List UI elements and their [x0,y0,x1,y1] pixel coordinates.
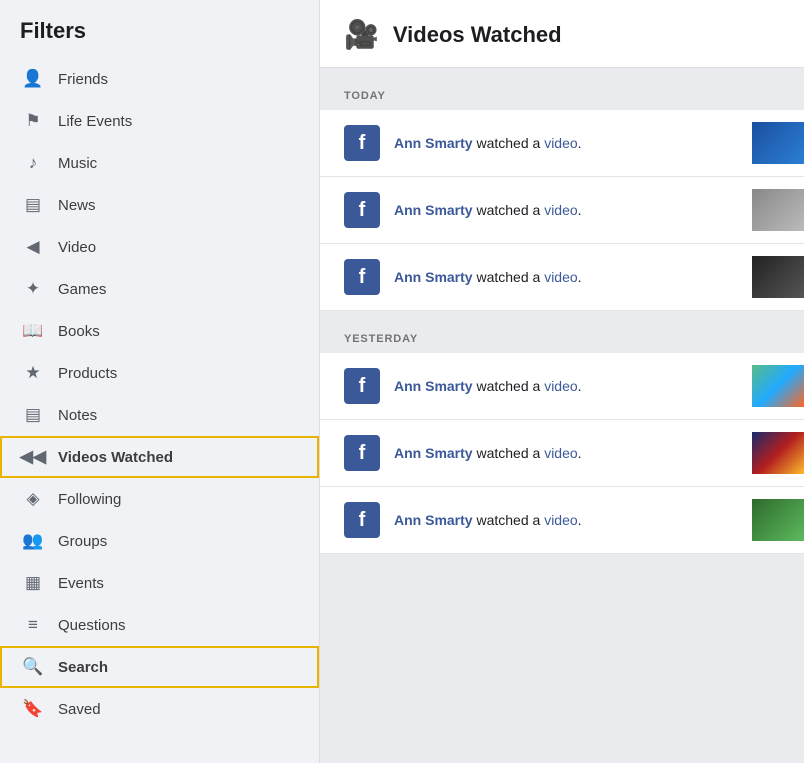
user-link[interactable]: Ann Smarty [394,378,473,394]
fb-logo: f [344,259,380,295]
main-title: Videos Watched [393,22,562,48]
feed-item: f Ann Smarty watched a video. [320,177,804,244]
sidebar-item-label-books: Books [58,323,301,340]
sidebar-item-news[interactable]: ▤ News [0,184,319,226]
feed-item: f Ann Smarty watched a video. [320,487,804,554]
videos-watched-header-icon: 🎥 [344,18,379,51]
videos-watched-icon: ◀◀ [18,447,48,467]
search-icon: 🔍 [18,657,48,677]
products-icon: ★ [18,363,48,383]
following-icon: ◈ [18,489,48,509]
sidebar-item-life-events[interactable]: ⚑ Life Events [0,100,319,142]
sidebar-item-friends[interactable]: 👤 Friends [0,58,319,100]
sidebar-item-events[interactable]: ▦ Events [0,562,319,604]
main-header: 🎥 Videos Watched [320,0,804,68]
video-link[interactable]: video [544,135,577,151]
sidebar-item-label-life-events: Life Events [58,113,301,130]
sidebar-item-following[interactable]: ◈ Following [0,478,319,520]
video-icon: ◀ [18,237,48,257]
saved-icon: 🔖 [18,699,48,719]
video-link[interactable]: video [544,445,577,461]
feed-item-text: Ann Smarty watched a video. [394,512,738,528]
fb-logo: f [344,502,380,538]
feed-container: TODAY f Ann Smarty watched a video. f Ann Sm… [320,78,804,554]
feed-item-text: Ann Smarty watched a video. [394,135,738,151]
sidebar-items-list: 👤 Friends ⚑ Life Events ♪ Music ▤ News ◀ Video ✦ Ga… [0,58,319,730]
feed-item: f Ann Smarty watched a video. [320,244,804,311]
sidebar-item-saved[interactable]: 🔖 Saved [0,688,319,730]
sidebar-item-label-products: Products [58,365,301,382]
sidebar-item-label-video: Video [58,239,301,256]
fb-logo: f [344,435,380,471]
questions-icon: ≡ [18,615,48,635]
sidebar-item-label-groups: Groups [58,533,301,550]
sidebar-item-label-questions: Questions [58,617,301,634]
user-link[interactable]: Ann Smarty [394,269,473,285]
groups-icon: 👥 [18,531,48,551]
video-thumbnail [752,256,804,298]
sidebar-item-groups[interactable]: 👥 Groups [0,520,319,562]
sidebar-item-videos-watched[interactable]: ◀◀ Videos Watched [0,436,319,478]
feed-item: f Ann Smarty watched a video. [320,420,804,487]
video-thumbnail [752,365,804,407]
user-link[interactable]: Ann Smarty [394,512,473,528]
video-thumbnail [752,432,804,474]
fb-logo: f [344,125,380,161]
sidebar-item-label-events: Events [58,575,301,592]
video-link[interactable]: video [544,378,577,394]
sidebar-item-games[interactable]: ✦ Games [0,268,319,310]
fb-logo: f [344,368,380,404]
books-icon: 📖 [18,321,48,341]
sidebar-item-label-videos-watched: Videos Watched [58,449,301,466]
user-link[interactable]: Ann Smarty [394,202,473,218]
user-link[interactable]: Ann Smarty [394,135,473,151]
games-icon: ✦ [18,279,48,299]
sidebar-item-label-following: Following [58,491,301,508]
sidebar-item-music[interactable]: ♪ Music [0,142,319,184]
events-icon: ▦ [18,573,48,593]
life-events-icon: ⚑ [18,111,48,131]
video-thumbnail [752,499,804,541]
feed-item-text: Ann Smarty watched a video. [394,269,738,285]
friends-icon: 👤 [18,69,48,89]
feed-item-text: Ann Smarty watched a video. [394,202,738,218]
section-label-1: YESTERDAY [320,321,804,353]
sidebar-item-label-search: Search [58,659,301,676]
news-icon: ▤ [18,195,48,215]
video-link[interactable]: video [544,202,577,218]
sidebar-title: Filters [0,18,319,58]
feed-item-text: Ann Smarty watched a video. [394,378,738,394]
video-link[interactable]: video [544,512,577,528]
sidebar-item-questions[interactable]: ≡ Questions [0,604,319,646]
sidebar-item-label-saved: Saved [58,701,301,718]
feed-item: f Ann Smarty watched a video. [320,110,804,177]
sidebar-item-label-friends: Friends [58,71,301,88]
notes-icon: ▤ [18,405,48,425]
sidebar-item-books[interactable]: 📖 Books [0,310,319,352]
sidebar-item-search[interactable]: 🔍 Search [0,646,319,688]
sidebar-item-label-games: Games [58,281,301,298]
video-link[interactable]: video [544,269,577,285]
main-content: 🎥 Videos Watched TODAY f Ann Smarty watche… [320,0,804,763]
sidebar-item-products[interactable]: ★ Products [0,352,319,394]
music-icon: ♪ [18,153,48,173]
fb-logo: f [344,192,380,228]
video-thumbnail [752,189,804,231]
sidebar-item-label-notes: Notes [58,407,301,424]
sidebar: Filters 👤 Friends ⚑ Life Events ♪ Music ▤ News ◀… [0,0,320,763]
sidebar-item-notes[interactable]: ▤ Notes [0,394,319,436]
section-label-0: TODAY [320,78,804,110]
video-thumbnail [752,122,804,164]
sidebar-item-label-music: Music [58,155,301,172]
user-link[interactable]: Ann Smarty [394,445,473,461]
sidebar-item-label-news: News [58,197,301,214]
sidebar-item-video[interactable]: ◀ Video [0,226,319,268]
feed-section-0: TODAY f Ann Smarty watched a video. f Ann Sm… [320,78,804,311]
feed-item-text: Ann Smarty watched a video. [394,445,738,461]
feed-item: f Ann Smarty watched a video. [320,353,804,420]
feed-section-1: YESTERDAY f Ann Smarty watched a video. f An… [320,321,804,554]
